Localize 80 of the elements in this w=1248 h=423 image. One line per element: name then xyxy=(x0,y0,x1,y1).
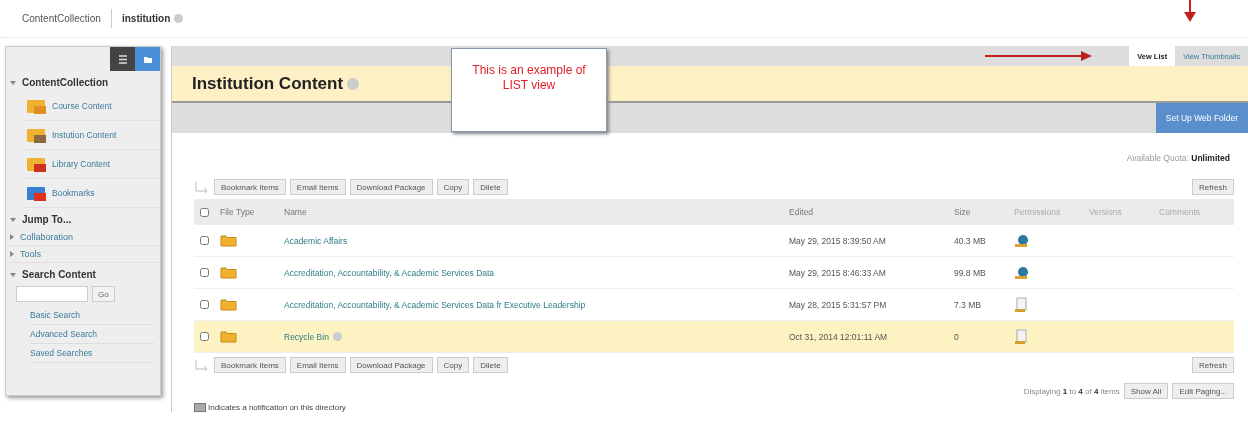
row-checkbox[interactable] xyxy=(200,300,209,309)
folder-link[interactable]: Accreditation, Accountability, & Academic Services Data fr Executive Leadership xyxy=(284,299,586,310)
folder-icon xyxy=(220,330,237,343)
select-all-checkbox[interactable] xyxy=(200,207,209,217)
breadcrumb[interactable]: institution xyxy=(110,9,194,28)
edited-date: May 28, 2015 5:31:57 PM xyxy=(789,299,888,310)
row-checkbox[interactable] xyxy=(200,332,209,341)
action-button[interactable]: Copy xyxy=(436,179,470,195)
search-link[interactable]: Basic Search xyxy=(30,306,154,325)
notification-icon xyxy=(194,403,206,412)
corner-arrow-icon xyxy=(194,359,210,371)
edited-date: Oct 31, 2014 12:01:11 AM xyxy=(789,331,889,342)
corner-arrow-icon xyxy=(194,181,210,193)
folder-icon xyxy=(220,266,237,279)
paging-button[interactable]: Edit Paging... xyxy=(1172,383,1234,399)
column-header: Permissions xyxy=(1014,207,1062,217)
sidebar-item[interactable]: Tools xyxy=(6,246,160,263)
action-button[interactable]: Dilete xyxy=(473,179,508,195)
folder-icon xyxy=(142,54,153,64)
list-view-button[interactable] xyxy=(110,47,135,71)
folder-icon xyxy=(26,184,48,202)
sidebar-item[interactable]: Course Content xyxy=(26,92,160,121)
column-header: Comments xyxy=(1159,207,1202,217)
edited-date: May 29, 2015 8:46:33 AM xyxy=(789,267,887,278)
table-row[interactable]: Recycle Bin Oct 31, 2014 12:01:11 AM 0 xyxy=(194,321,1234,353)
list-icon xyxy=(117,54,128,64)
search-link[interactable]: Advanced Search xyxy=(30,325,154,344)
expand-icon[interactable] xyxy=(10,272,16,277)
action-button[interactable]: Bookmark Items xyxy=(214,179,286,195)
expand-icon[interactable] xyxy=(10,80,16,85)
section-title: Jump To... xyxy=(22,214,72,225)
action-button[interactable]: Dilete xyxy=(473,357,508,373)
column-header: Name xyxy=(284,207,308,217)
sidebar-item[interactable]: Instution Content xyxy=(26,121,160,150)
arrow-icon xyxy=(1184,0,1196,22)
edited-date: May 29, 2015 8:39:50 AM xyxy=(789,235,887,246)
sidebar-item[interactable]: Library Content xyxy=(26,150,160,179)
row-checkbox[interactable] xyxy=(200,236,209,245)
sidebar-item[interactable]: Bookmarks xyxy=(26,179,160,208)
quota-text: Available Quota: Unlimited xyxy=(1125,152,1231,165)
callout-text: This is an example of LIST view xyxy=(472,63,586,92)
folder-link[interactable]: Recycle Bin xyxy=(284,331,329,342)
file-size: 99.8 MB xyxy=(954,267,987,278)
action-button[interactable]: Email Items xyxy=(289,357,346,373)
action-button[interactable]: Download Package xyxy=(349,357,433,373)
folder-icon xyxy=(220,234,237,247)
action-button[interactable]: Download Package xyxy=(349,179,433,195)
folder-icon xyxy=(26,97,48,115)
row-checkbox[interactable] xyxy=(200,268,209,277)
column-header: Versions xyxy=(1089,207,1123,217)
refresh-button[interactable]: Refresh xyxy=(1192,357,1234,373)
folder-view-button[interactable] xyxy=(135,47,160,71)
sidebar-item[interactable]: Collaboration xyxy=(6,229,160,246)
refresh-button[interactable]: Refresh xyxy=(1192,179,1234,195)
notice-text: Indicates a notification on this directory xyxy=(208,403,346,412)
search-link[interactable]: Saved Searches xyxy=(30,344,154,363)
column-header: File Type xyxy=(220,207,256,217)
action-button[interactable]: Bookmark Items xyxy=(214,357,286,373)
section-title: Search Content xyxy=(22,269,96,280)
folder-link[interactable]: Academic Affairs xyxy=(284,235,348,246)
folder-icon xyxy=(26,155,48,173)
folder-icon xyxy=(26,126,48,144)
folder-icon xyxy=(220,298,237,311)
breadcrumb[interactable]: ContentCollection xyxy=(12,9,111,28)
column-header: Size xyxy=(954,207,972,217)
folder-link[interactable]: Accreditation, Accountability, & Academic Services Data xyxy=(284,267,495,278)
paging-text: Displaying 1 to 4 of 4 items xyxy=(1023,386,1120,396)
go-button[interactable]: Go xyxy=(92,286,115,302)
file-size: 7.3 MB xyxy=(954,299,982,310)
action-button[interactable]: Copy xyxy=(436,357,470,373)
file-size: 40.3 MB xyxy=(954,235,987,246)
section-title: ContentCollection xyxy=(22,77,109,88)
paging-button[interactable]: Show All xyxy=(1123,383,1169,399)
file-size: 0 xyxy=(954,331,960,342)
action-button[interactable]: Email Items xyxy=(289,179,346,195)
column-header: Edited xyxy=(789,207,815,217)
arrow-icon xyxy=(985,51,1093,61)
search-field[interactable] xyxy=(16,286,88,302)
expand-icon[interactable] xyxy=(10,217,16,222)
page-title: Institution Content xyxy=(192,73,344,94)
